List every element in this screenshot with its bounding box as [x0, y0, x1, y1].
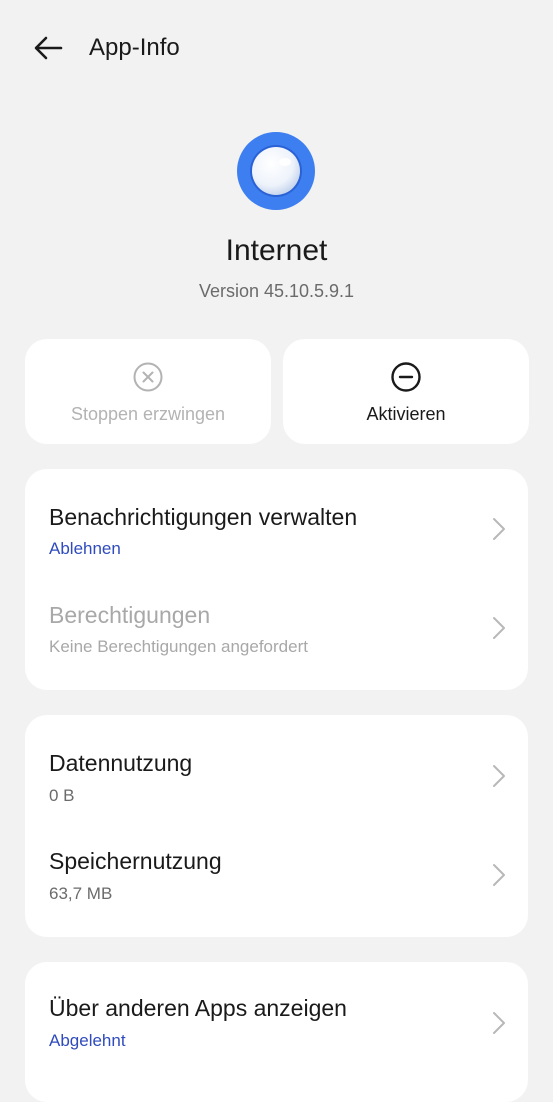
data-usage-value: 0 B — [49, 786, 75, 805]
storage-usage-title: Speichernutzung — [49, 848, 222, 874]
chevron-right-icon — [493, 617, 505, 639]
force-stop-label: Stoppen erzwingen — [70, 404, 226, 424]
storage-usage-value: 63,7 MB — [49, 884, 113, 903]
app-version: Version 45.10.5.9.1 — [198, 281, 355, 301]
overlay-title: Über anderen Apps anzeigen — [49, 995, 347, 1021]
data-usage-title: Datennutzung — [49, 750, 193, 776]
data-usage-row[interactable]: Datennutzung 0 B — [25, 727, 528, 825]
page-title: App-Info — [89, 34, 180, 61]
permissions-row[interactable]: Berechtigungen Keine Berechtigungen ange… — [25, 579, 528, 677]
chevron-right-icon — [493, 864, 505, 886]
chevron-right-icon — [493, 1012, 505, 1034]
notifications-title: Benachrichtigungen verwalten — [49, 504, 358, 530]
permissions-value: Keine Berechtigungen angefordert — [49, 637, 308, 656]
overlay-value: Abgelehnt — [49, 1031, 126, 1050]
activate-label: Aktivieren — [366, 404, 446, 424]
overlay-permission-row[interactable]: Über anderen Apps anzeigen Abgelehnt — [25, 974, 528, 1072]
minus-circle-icon — [391, 362, 421, 392]
back-button[interactable] — [30, 32, 66, 64]
notifications-value: Ablehnen — [49, 539, 121, 558]
force-stop-button[interactable]: Stoppen erzwingen — [25, 339, 271, 444]
chevron-right-icon — [493, 518, 505, 540]
browser-app-icon — [237, 132, 315, 210]
activate-button[interactable]: Aktivieren — [283, 339, 529, 444]
chevron-right-icon — [493, 765, 505, 787]
storage-usage-row[interactable]: Speichernutzung 63,7 MB — [25, 826, 528, 924]
top-bar: App-Info — [0, 0, 553, 96]
notifications-row[interactable]: Benachrichtigungen verwalten Ablehnen — [25, 480, 528, 578]
back-arrow-icon — [34, 36, 63, 60]
app-name: Internet — [225, 234, 328, 267]
close-circle-icon — [133, 362, 163, 392]
app-icon — [237, 132, 315, 210]
permissions-title: Berechtigungen — [49, 602, 211, 628]
card-app-settings: Benachrichtigungen verwalten Ablehnen Be… — [25, 469, 528, 690]
card-special-access: Über anderen Apps anzeigen Abgelehnt — [25, 962, 528, 1102]
card-usage: Datennutzung 0 B Speichernutzung 63,7 MB — [25, 715, 528, 937]
